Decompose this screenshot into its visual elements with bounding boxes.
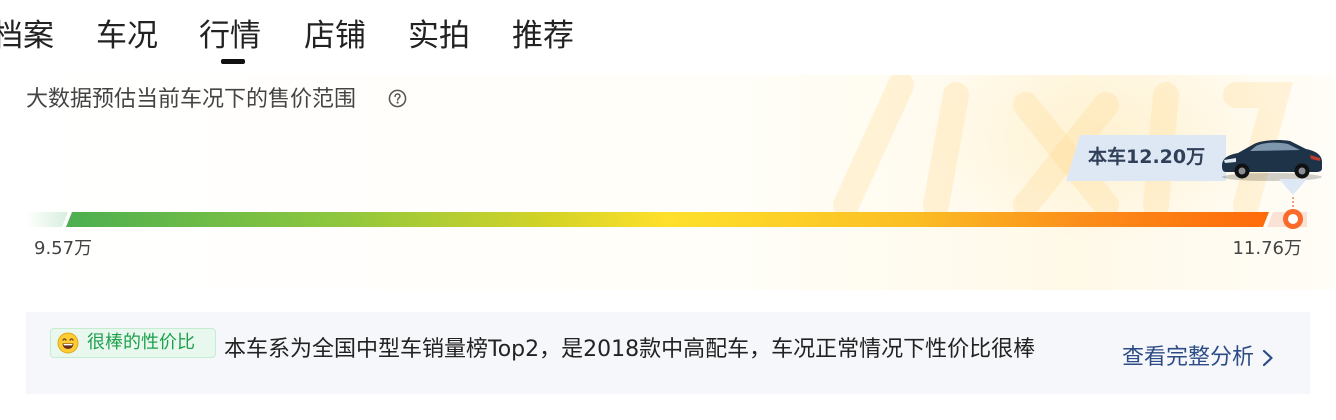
value-badge: 很棒的性价比 (50, 328, 216, 358)
tab-photos[interactable]: 实拍 (408, 14, 470, 58)
panel-title: 大数据预估当前车况下的售价范围 (26, 87, 357, 112)
tag-pointer (1279, 179, 1307, 195)
tab-recommend[interactable]: 推荐 (512, 14, 574, 58)
tab-market[interactable]: 行情 (199, 14, 261, 64)
badge-label: 很棒的性价比 (87, 332, 195, 353)
price-bar-left-tail (26, 212, 68, 227)
tab-archive[interactable]: 档案 (0, 14, 54, 58)
tab-shop[interactable]: 店铺 (304, 14, 366, 58)
chevron-right-icon (1262, 349, 1273, 367)
value-analysis-banner[interactable]: 很棒的性价比 本车系为全国中型车销量榜Top2，是2018款中高配车，车况正常情… (26, 312, 1310, 394)
car-price-label: 本车12.20万 (1088, 146, 1206, 168)
price-estimate-panel: 大数据预估当前车况下的售价范围 本车12.20万 9.57万 11.76万 (26, 75, 1334, 290)
question-circle-icon[interactable] (388, 89, 407, 108)
grinning-face-icon (57, 332, 79, 354)
summary-fade (1056, 328, 1116, 372)
price-range-bar (66, 212, 1269, 227)
max-price-label: 11.76万 (1232, 238, 1302, 259)
view-full-analysis-label: 查看完整分析 (1122, 345, 1255, 370)
view-full-analysis-link[interactable]: 查看完整分析 (1122, 342, 1274, 374)
car-image (1222, 140, 1322, 181)
analysis-summary: 本车系为全国中型车销量榜Top2，是2018款中高配车，车况正常情况下性价比很棒 (224, 337, 1036, 362)
min-price-label: 9.57万 (34, 238, 93, 259)
tab-bar: 档案 车况 行情 店铺 实拍 推荐 (0, 0, 700, 70)
car-price-marker (1283, 209, 1303, 229)
tab-condition[interactable]: 车况 (96, 14, 158, 58)
